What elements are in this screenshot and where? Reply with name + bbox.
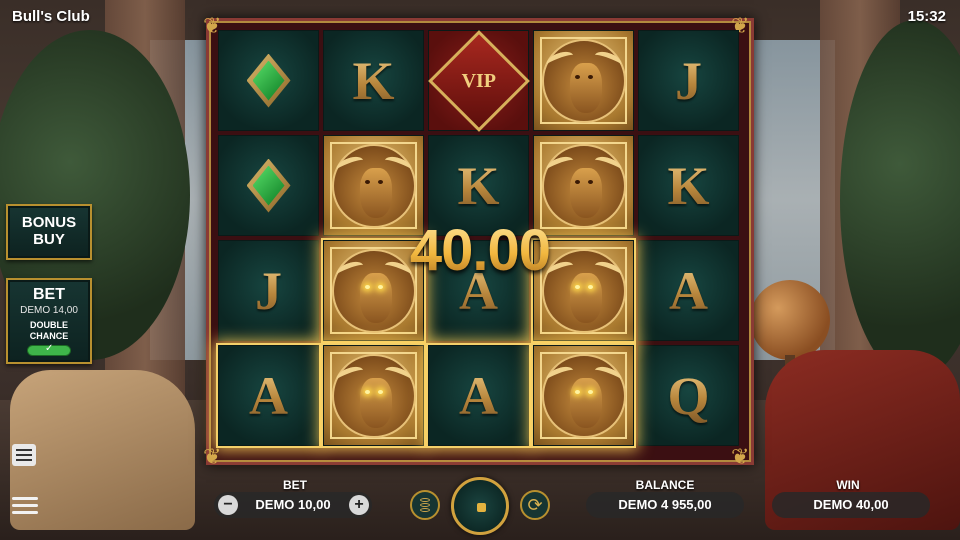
bet-value: DEMO 10,00 (255, 497, 331, 512)
double-chance-bet-panel[interactable]: BET DEMO 14,00 DOUBLE CHANCE (6, 278, 92, 364)
vip-label: VIP (461, 68, 496, 91)
diamond-icon (242, 151, 296, 221)
win-label: WIN (836, 478, 860, 492)
paytable-icon[interactable] (12, 444, 36, 466)
balance-value: DEMO 4 955,00 (586, 492, 744, 518)
win-value: DEMO 40,00 (772, 492, 930, 518)
vip-symbol: VIP (427, 29, 530, 132)
balance-label: BALANCE (635, 478, 695, 492)
bet-label: BET (283, 478, 307, 492)
bet-increase-button[interactable]: + (349, 495, 369, 515)
letter-symbol-text: K (352, 50, 395, 111)
letter-symbol-a: A (218, 345, 319, 446)
bull-icon (541, 143, 626, 228)
frame-ornament-icon: ❦ (731, 444, 750, 469)
bonus-buy-label-line2: BUY (33, 231, 65, 248)
menu-icon[interactable] (12, 495, 38, 517)
bull-icon (331, 143, 416, 228)
letter-symbol-text: A (249, 365, 288, 426)
coin-stack-icon[interactable] (410, 490, 440, 520)
bull-symbol (323, 345, 424, 446)
bull-icon (541, 353, 626, 438)
letter-symbol-a: A (428, 345, 529, 446)
bet-decrease-button[interactable]: − (218, 495, 238, 515)
bull-symbol (533, 30, 634, 131)
side-bet-value: DEMO 14,00 (20, 305, 78, 316)
game-title: Bull's Club (12, 8, 90, 25)
letter-symbol-q: Q (638, 345, 739, 446)
double-chance-label-line1: DOUBLE (30, 320, 68, 330)
bull-icon (541, 38, 626, 123)
letter-symbol-j: J (638, 30, 739, 131)
background-globe (750, 280, 830, 360)
frame-ornament-icon: ❦ (203, 444, 222, 469)
bull-icon (331, 353, 416, 438)
win-amount-overlay: 40.00 (209, 217, 751, 284)
double-chance-label-line2: CHANCE (29, 331, 69, 341)
autoplay-icon[interactable]: ⟳ (520, 490, 550, 520)
side-bet-title: BET (33, 286, 65, 303)
spin-button[interactable] (451, 477, 509, 535)
letter-symbol-text: J (675, 50, 702, 111)
bonus-buy-button[interactable]: BONUS BUY (6, 204, 92, 260)
letter-symbol-k: K (323, 30, 424, 131)
bonus-buy-label-line1: BONUS (21, 214, 77, 231)
clock: 15:32 (907, 8, 946, 25)
letter-symbol-text: K (457, 155, 500, 216)
stop-icon (477, 503, 486, 512)
diamond-symbol (218, 30, 319, 131)
letter-symbol-text: Q (667, 365, 710, 426)
double-chance-toggle[interactable] (27, 343, 71, 356)
bull-symbol (533, 345, 634, 446)
letter-symbol-text: K (667, 155, 710, 216)
letter-symbol-text: A (459, 365, 498, 426)
diamond-icon (242, 46, 296, 116)
reel-frame: ❦ ❦ ❦ ❦ K VIP J K K J A A A A Q 40.00 (203, 15, 754, 469)
